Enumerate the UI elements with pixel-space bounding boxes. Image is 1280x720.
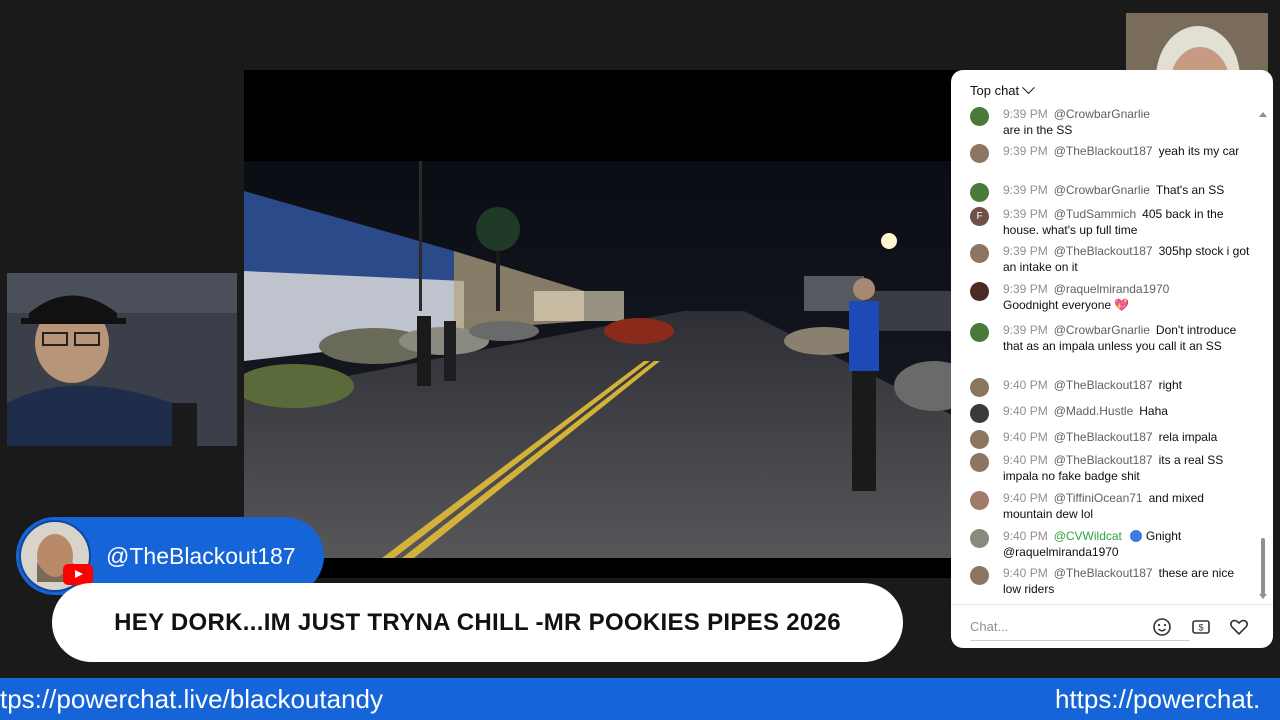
- message-author[interactable]: @TheBlackout187: [1054, 566, 1153, 580]
- message-time: 9:40 PM: [1003, 404, 1048, 418]
- message-author[interactable]: @TheBlackout187: [1054, 378, 1153, 392]
- avatar[interactable]: [970, 183, 989, 202]
- avatar[interactable]: [970, 404, 989, 423]
- message-time: 9:40 PM: [1003, 566, 1048, 580]
- chevron-down-icon: [1022, 80, 1036, 94]
- chat-message: 9:39 PM @raquelmiranda1970 Goodnight every…: [970, 281, 1255, 313]
- chat-scrollbar[interactable]: [1261, 538, 1265, 596]
- chat-input-row: $: [951, 604, 1273, 648]
- message-time: 9:40 PM: [1003, 491, 1048, 505]
- message-time: 9:40 PM: [1003, 529, 1048, 543]
- chat-message: 9:39 PM @TheBlackout187 305hp stock i got …: [970, 243, 1255, 275]
- stream-title: HEY DORK...IM JUST TRYNA CHILL -MR POOKI…: [114, 608, 841, 636]
- message-time: 9:39 PM: [1003, 183, 1048, 197]
- chat-message: F 9:39 PM @TudSammich 405 back in the hous…: [970, 206, 1255, 238]
- avatar[interactable]: [970, 529, 989, 548]
- message-time: 9:39 PM: [1003, 107, 1048, 121]
- chat-message: 9:40 PM @TiffiniOcean71 and mixed mountain…: [970, 490, 1255, 522]
- stream-title-banner: HEY DORK...IM JUST TRYNA CHILL -MR POOKI…: [52, 583, 903, 662]
- message-author[interactable]: @raquelmiranda1970: [1054, 282, 1170, 296]
- chat-message: 9:39 PM @CrowbarGnarlie Don't introduce th…: [970, 322, 1255, 354]
- message-author[interactable]: @CrowbarGnarlie: [1054, 183, 1150, 197]
- avatar[interactable]: [970, 566, 989, 585]
- message-author[interactable]: @TheBlackout187: [1054, 244, 1153, 258]
- chat-message: 9:39 PM @CrowbarGnarlie are in the SS: [970, 106, 1255, 138]
- avatar[interactable]: F: [970, 207, 989, 226]
- message-time: 9:40 PM: [1003, 378, 1048, 392]
- main-video-player[interactable]: [244, 70, 964, 578]
- message-author[interactable]: @TiffiniOcean71: [1054, 491, 1143, 505]
- avatar[interactable]: [970, 453, 989, 472]
- message-time: 9:39 PM: [1003, 244, 1048, 258]
- chat-message: 9:40 PM @TheBlackout187 rela impala: [970, 429, 1255, 449]
- streamer-webcam: [7, 273, 237, 446]
- chat-message: 9:40 PM @TheBlackout187 right: [970, 377, 1255, 397]
- avatar[interactable]: [970, 244, 989, 263]
- message-time: 9:40 PM: [1003, 453, 1048, 467]
- message-text: yeah its my car: [1158, 144, 1240, 158]
- message-author[interactable]: @CrowbarGnarlie: [1054, 323, 1150, 337]
- message-text: right: [1158, 378, 1182, 392]
- message-text: Goodnight everyone 💖: [1003, 298, 1130, 312]
- avatar[interactable]: [970, 378, 989, 397]
- chat-message: 9:39 PM @TheBlackout187 yeah its my car: [970, 143, 1255, 163]
- webcam-person-image: [7, 273, 237, 446]
- message-author[interactable]: @Madd.Hustle: [1054, 404, 1134, 418]
- streamer-handle: @TheBlackout187: [106, 543, 296, 569]
- message-time: 9:39 PM: [1003, 207, 1048, 221]
- message-author[interactable]: @TheBlackout187: [1054, 430, 1153, 444]
- message-time: 9:39 PM: [1003, 282, 1048, 296]
- message-text: That's an SS: [1155, 183, 1225, 197]
- avatar[interactable]: [970, 491, 989, 510]
- ticker-url-right: https://powerchat.: [1055, 684, 1261, 714]
- message-author-moderator[interactable]: @CVWildcat: [1054, 529, 1122, 543]
- message-author[interactable]: @TudSammich: [1054, 207, 1136, 221]
- stream-layout: Top chat 9:39 PM @CrowbarGnarlie are in th…: [0, 0, 1280, 720]
- heart-icon[interactable]: [1228, 616, 1250, 638]
- avatar[interactable]: [970, 144, 989, 163]
- avatar[interactable]: [970, 107, 989, 126]
- chat-message: 9:39 PM @CrowbarGnarlie That's an SS: [970, 182, 1255, 202]
- super-chat-icon[interactable]: $: [1190, 616, 1212, 638]
- scroll-up-arrow[interactable]: [1259, 112, 1267, 117]
- message-author[interactable]: @CrowbarGnarlie: [1054, 107, 1150, 121]
- chat-message: 9:40 PM @Madd.Hustle Haha: [970, 403, 1255, 423]
- avatar[interactable]: [970, 323, 989, 342]
- chat-message: 9:40 PM @TheBlackout187 these are nice low…: [970, 565, 1255, 597]
- message-time: 9:39 PM: [1003, 323, 1048, 337]
- ticker-url-left: tps://powerchat.live/blackoutandy: [0, 684, 383, 714]
- url-ticker: tps://powerchat.live/blackoutandy https:…: [0, 678, 1280, 720]
- chat-mode-selector[interactable]: Top chat: [951, 70, 1273, 110]
- youtube-logo-icon: [63, 564, 93, 585]
- svg-text:$: $: [1198, 623, 1203, 633]
- chat-message-list[interactable]: 9:39 PM @CrowbarGnarlie are in the SS 9:39…: [951, 106, 1261, 602]
- chat-message: 9:40 PM @CVWildcat Gnight @raquelmiranda19…: [970, 528, 1255, 560]
- night-street-scene: [244, 161, 964, 558]
- live-chat-panel: Top chat 9:39 PM @CrowbarGnarlie are in th…: [951, 70, 1273, 648]
- message-text: Haha: [1139, 404, 1168, 418]
- message-author[interactable]: @TheBlackout187: [1054, 453, 1153, 467]
- scroll-down-arrow[interactable]: [1259, 594, 1267, 599]
- message-author[interactable]: @TheBlackout187: [1054, 144, 1153, 158]
- chat-message: 9:40 PM @TheBlackout187 its a real SS impa…: [970, 452, 1255, 484]
- verified-badge-icon: [1129, 530, 1142, 542]
- message-text: are in the SS: [1003, 123, 1073, 137]
- message-text: rela impala: [1158, 430, 1218, 444]
- avatar[interactable]: [970, 282, 989, 301]
- emoji-icon[interactable]: [1151, 616, 1173, 638]
- message-time: 9:40 PM: [1003, 430, 1048, 444]
- message-time: 9:39 PM: [1003, 144, 1048, 158]
- avatar[interactable]: [970, 430, 989, 449]
- chat-mode-label: Top chat: [970, 82, 1020, 98]
